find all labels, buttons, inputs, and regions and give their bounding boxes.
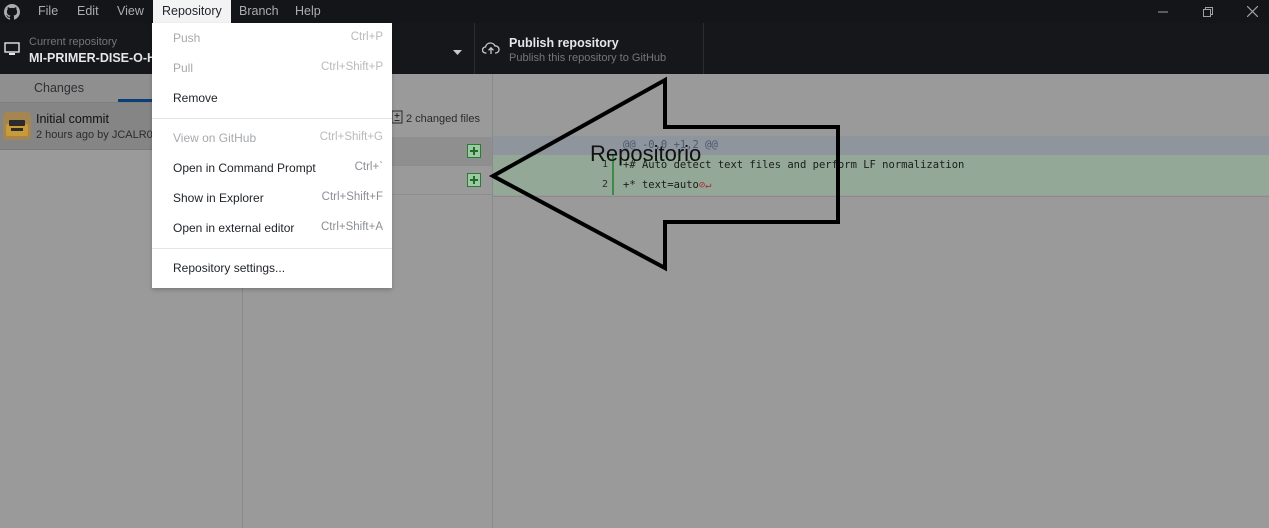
menu-repository[interactable]: Repository xyxy=(153,0,231,23)
avatar xyxy=(3,112,31,140)
menu-help[interactable]: Help xyxy=(286,0,330,23)
cloud-upload-icon xyxy=(481,41,500,58)
menu-item-label: Pull xyxy=(173,61,194,75)
close-icon[interactable] xyxy=(1229,0,1269,23)
menu-item-label: Open in external editor xyxy=(173,221,295,235)
menu-item-shortcut: Ctrl+Shift+P xyxy=(321,61,383,73)
diff-line-content: +* text=auto xyxy=(623,179,699,191)
menu-item-pull[interactable]: Pull Ctrl+Shift+P xyxy=(152,53,392,83)
diff-line-text: +* text=auto⊘↵ xyxy=(623,175,712,195)
chevron-down-icon xyxy=(453,45,462,59)
file-diff-icon xyxy=(391,110,403,127)
commit-title: Initial commit xyxy=(36,112,109,126)
menu-item-open-external-editor[interactable]: Open in external editor Ctrl+Shift+A xyxy=(152,213,392,243)
minimize-icon[interactable] xyxy=(1140,0,1186,23)
publish-repository-subtitle: Publish this repository to GitHub xyxy=(509,52,667,64)
menu-item-open-command-prompt[interactable]: Open in Command Prompt Ctrl+` xyxy=(152,153,392,183)
computer-icon xyxy=(4,42,20,59)
menu-item-shortcut: Ctrl+Shift+F xyxy=(321,191,383,203)
menu-item-shortcut: Ctrl+Shift+G xyxy=(319,131,383,143)
menu-item-shortcut: Ctrl+P xyxy=(350,31,383,43)
publish-repository-title: Publish repository xyxy=(509,36,619,50)
current-repository-name: MI-PRIMER-DISE-O-HT xyxy=(29,51,164,65)
menu-item-label: View on GitHub xyxy=(173,131,257,145)
menu-file[interactable]: File xyxy=(29,0,67,23)
menu-item-push[interactable]: Push Ctrl+P xyxy=(152,23,392,53)
menu-item-shortcut: Ctrl+Shift+A xyxy=(321,221,383,233)
tab-changes[interactable]: Changes xyxy=(0,74,118,102)
file-added-icon xyxy=(467,144,481,158)
menu-item-label: Show in Explorer xyxy=(173,191,264,205)
menu-item-repository-settings[interactable]: Repository settings... xyxy=(152,253,392,283)
publish-repository-button[interactable]: Publish repository Publish this reposito… xyxy=(474,23,704,74)
no-newline-icon: ⊘↵ xyxy=(698,179,712,191)
menu-item-show-in-explorer[interactable]: Show in Explorer Ctrl+Shift+F xyxy=(152,183,392,213)
menu-item-shortcut: Ctrl+` xyxy=(354,161,383,173)
menu-item-label: Push xyxy=(173,31,201,45)
menu-item-label: Remove xyxy=(173,91,218,105)
restore-icon[interactable] xyxy=(1185,0,1231,23)
menu-branch[interactable]: Branch xyxy=(230,0,288,23)
menu-view[interactable]: View xyxy=(108,0,153,23)
github-logo-icon xyxy=(0,0,23,23)
menu-separator xyxy=(152,118,392,119)
file-added-icon xyxy=(467,173,481,187)
menu-edit[interactable]: Edit xyxy=(68,0,108,23)
menu-item-remove[interactable]: Remove xyxy=(152,83,392,113)
menu-item-label: Repository settings... xyxy=(173,261,286,275)
commit-meta: 2 hours ago by JCALR01 xyxy=(36,129,159,141)
current-repository-label: Current repository xyxy=(29,36,118,48)
diff-line-number: 2 xyxy=(553,175,614,195)
menu-item-view-on-github[interactable]: View on GitHub Ctrl+Shift+G xyxy=(152,123,392,153)
diff-line: 2 +* text=auto⊘↵ xyxy=(493,175,1269,195)
changed-files-count: 2 changed files xyxy=(406,112,480,125)
menu-item-label: Open in Command Prompt xyxy=(173,161,316,175)
annotation-label: Repositorio xyxy=(590,141,702,166)
changed-files-summary: 2 changed files xyxy=(391,110,480,127)
title-bar: File Edit View Repository Branch Help xyxy=(0,0,1269,23)
menu-separator xyxy=(152,248,392,249)
repository-menu: Push Ctrl+P Pull Ctrl+Shift+P Remove Vie… xyxy=(152,23,392,288)
